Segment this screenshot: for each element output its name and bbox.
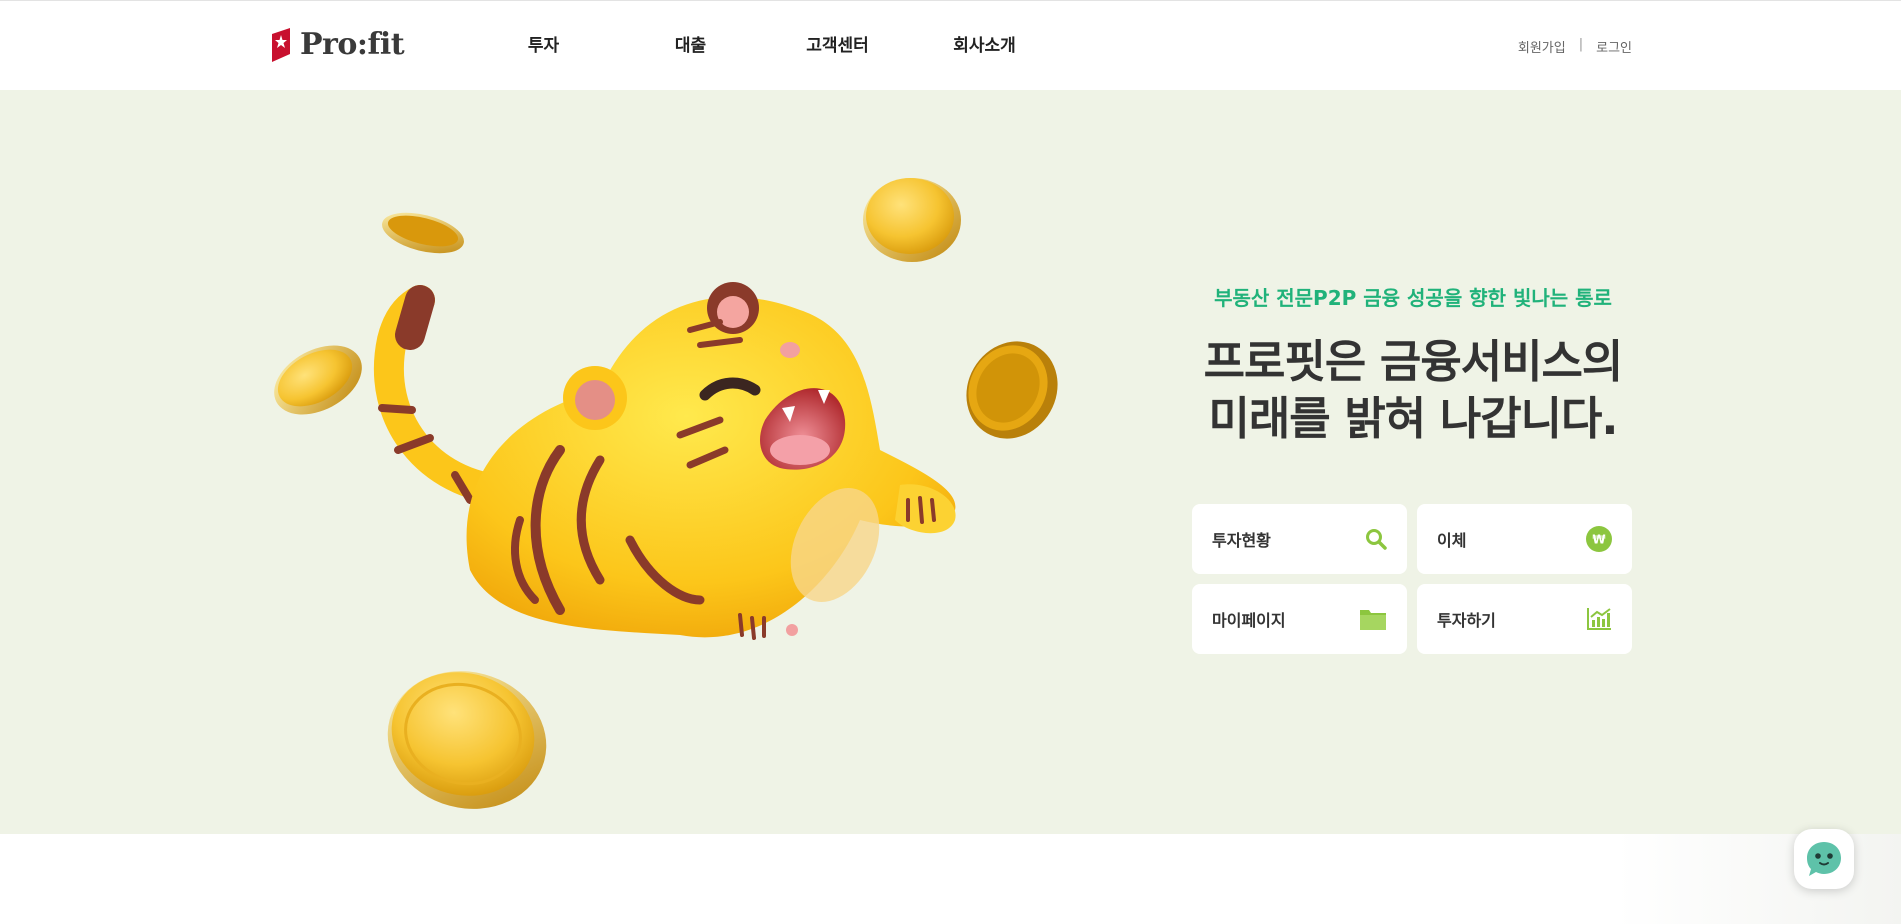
content-area — [0, 834, 1901, 924]
coin-icon — [863, 178, 961, 262]
tiger-illustration — [274, 178, 1058, 809]
chat-button[interactable] — [1794, 829, 1854, 889]
won-icon: ₩ — [1586, 526, 1612, 552]
search-icon — [1365, 528, 1387, 550]
utility-links: 회원가입 | 로그인 — [1518, 37, 1632, 56]
quick-link-label: 이체 — [1437, 531, 1467, 550]
svg-text:₩: ₩ — [1592, 533, 1606, 547]
quick-link-label: 마이페이지 — [1212, 611, 1286, 630]
signup-link[interactable]: 회원가입 — [1518, 37, 1566, 56]
nav-invest[interactable]: 투자 — [470, 31, 617, 56]
quick-link-mypage[interactable]: 마이페이지 — [1192, 584, 1407, 654]
util-separator: | — [1578, 37, 1584, 52]
nav-loan[interactable]: 대출 — [617, 31, 764, 56]
hero-copy: 부동산 전문P2P 금융 성공을 향한 빛나는 통로 프로핏은 금융서비스의 미… — [1170, 282, 1656, 447]
hero-tagline: 부동산 전문P2P 금융 성공을 향한 빛나는 통로 — [1214, 286, 1612, 310]
quick-link-label: 투자하기 — [1437, 611, 1496, 630]
quick-link-invest[interactable]: 투자하기 — [1417, 584, 1632, 654]
nav-company[interactable]: 회사소개 — [911, 31, 1058, 56]
logo[interactable]: Pro:fit — [270, 27, 405, 62]
hero-headline: 프로핏은 금융서비스의 미래를 밝혀 나갑니다. — [1170, 333, 1656, 447]
quick-link-investment-status[interactable]: 투자현황 — [1192, 504, 1407, 574]
logo-text: Pro:fit — [300, 27, 405, 62]
quick-link-transfer[interactable]: 이체 ₩ — [1417, 504, 1632, 574]
hero-headline-line-2: 미래를 밝혀 나갑니다. — [1208, 392, 1618, 445]
site-header: Pro:fit 투자 대출 고객센터 회사소개 회원가입 | 로그인 — [0, 0, 1901, 90]
coin-icon — [966, 341, 1058, 439]
nav-customer-center[interactable]: 고객센터 — [764, 31, 911, 56]
quick-link-label: 투자현황 — [1212, 531, 1271, 550]
coin-icon — [382, 212, 464, 254]
coin-icon — [274, 345, 362, 415]
chat-bot-icon — [1807, 842, 1841, 876]
folder-icon — [1359, 607, 1387, 631]
chart-icon — [1586, 607, 1612, 631]
main-nav: 투자 대출 고객센터 회사소개 — [470, 31, 1058, 56]
logo-mark-icon — [272, 27, 290, 62]
quick-links: 투자현황 이체 ₩ 마이페이지 투자하기 — [1192, 504, 1632, 654]
coin-icon — [387, 671, 547, 809]
hero-headline-line-1: 프로핏은 금융서비스의 — [1203, 335, 1624, 388]
hero-section: 부동산 전문P2P 금융 성공을 향한 빛나는 통로 프로핏은 금융서비스의 미… — [0, 90, 1901, 834]
login-link[interactable]: 로그인 — [1596, 37, 1632, 56]
